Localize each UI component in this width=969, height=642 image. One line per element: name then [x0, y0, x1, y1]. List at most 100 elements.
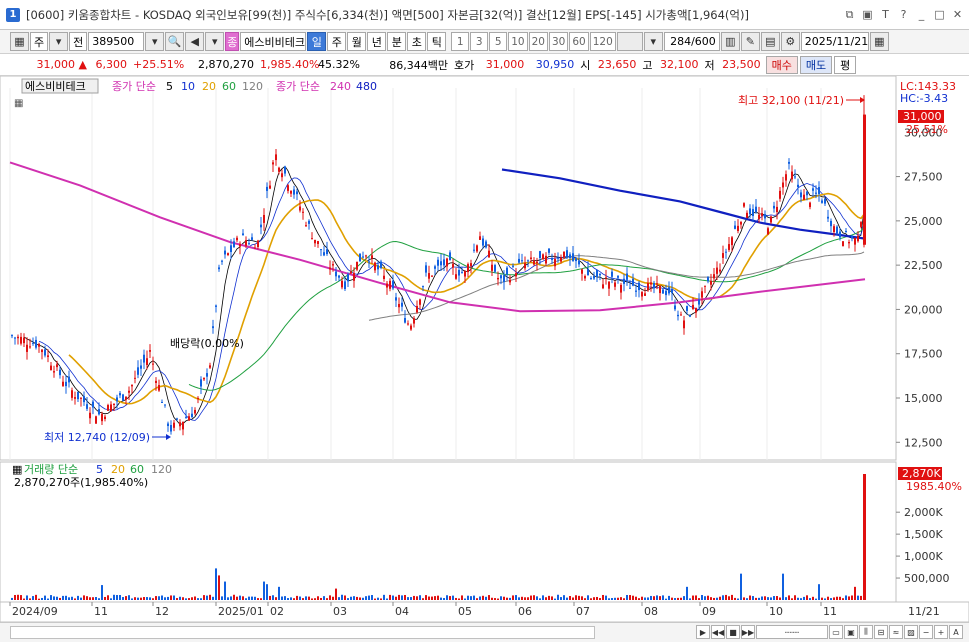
interval-20[interactable]: 20 — [528, 32, 548, 51]
draw-icon[interactable]: ✎ — [740, 32, 760, 51]
volume-panel-grid-icon[interactable]: ▦ — [12, 463, 22, 476]
avg-button[interactable]: 평 — [834, 55, 857, 74]
restore-icon[interactable]: ▣ — [860, 7, 875, 22]
tab-minute[interactable]: 분 — [387, 32, 407, 51]
bars-icon[interactable]: ⫼ — [859, 625, 873, 639]
volume-bar — [416, 596, 418, 600]
help-icon[interactable]: ? — [896, 7, 911, 22]
tab-tick[interactable]: 틱 — [427, 32, 447, 51]
font-size-icon[interactable]: A — [949, 625, 963, 639]
candle-down — [14, 337, 16, 339]
count-input[interactable]: 284/600 — [663, 32, 720, 51]
candle-down — [548, 248, 550, 253]
candle-up — [386, 283, 388, 288]
split-icon[interactable]: ⊟ — [874, 625, 888, 639]
text-icon[interactable]: T — [878, 7, 893, 22]
volume-bar — [851, 595, 853, 600]
volume-tick-label: 500,000 — [904, 572, 950, 585]
interval-60[interactable]: 60 — [569, 32, 589, 51]
tab-month[interactable]: 월 — [347, 32, 367, 51]
hatched-icon[interactable]: ▨ — [904, 625, 918, 639]
volume-bar — [662, 595, 664, 600]
grid-icon[interactable]: ▦ — [10, 32, 29, 51]
maximize-icon[interactable]: □ — [932, 7, 947, 22]
stop-icon[interactable]: ■ — [726, 625, 740, 639]
candle-down — [308, 220, 310, 224]
tab-week[interactable]: 주 — [327, 32, 347, 51]
candle-down — [449, 252, 451, 261]
candle-up — [389, 280, 391, 289]
horizontal-scrollbar[interactable] — [10, 626, 595, 639]
zoom-track-icon[interactable]: ┄┄┄ — [756, 625, 828, 639]
interval-30[interactable]: 30 — [549, 32, 569, 51]
interval-120[interactable]: 120 — [589, 32, 616, 51]
fit-icon[interactable]: ▭ — [829, 625, 843, 639]
close-icon[interactable]: ✕ — [950, 7, 965, 22]
quote-bid: 30,950 — [535, 58, 575, 71]
scroll-right-icon[interactable]: ▶ — [696, 625, 710, 639]
quote-low: 23,500 — [722, 58, 761, 71]
tab-second[interactable]: 초 — [407, 32, 427, 51]
candle-down — [794, 176, 796, 178]
buy-button[interactable]: 매수 — [765, 55, 798, 74]
interval-10[interactable]: 10 — [508, 32, 528, 51]
candle-down — [425, 265, 427, 273]
volume-bar — [389, 594, 391, 600]
volume-bar — [80, 597, 82, 600]
panel-grid-icon[interactable]: ▦ — [14, 98, 23, 109]
volume-bar — [296, 595, 298, 600]
ma-long-label: 종가 단순 — [276, 80, 320, 93]
candle-down — [251, 237, 253, 240]
calendar-icon[interactable]: ▦ — [869, 32, 889, 51]
volume-bar — [365, 596, 367, 600]
volume-bar — [566, 597, 568, 600]
chart-type-icon[interactable]: ▥ — [720, 32, 740, 51]
date-input[interactable]: 2025/11/21 — [800, 32, 869, 51]
x-tick-label: 04 — [395, 605, 409, 618]
wave-icon[interactable]: ≈ — [889, 625, 903, 639]
minimize-icon[interactable]: _ — [914, 7, 929, 22]
volume-bar — [503, 596, 505, 600]
chart-area[interactable]: 27,500 25,000 22,500 20,000 17,500 15,000 12,5… — [0, 75, 969, 623]
candle-up — [545, 255, 547, 264]
zoom-in-icon[interactable]: + — [934, 625, 948, 639]
stock-tag: 에스비비테크 — [25, 80, 86, 93]
interval-custom-input[interactable] — [616, 32, 643, 51]
search-icon[interactable]: 🔍 — [165, 32, 185, 51]
volume-bar — [749, 595, 751, 600]
zoom-out-icon[interactable]: − — [919, 625, 933, 639]
candle-up — [356, 261, 358, 270]
code-input[interactable]: 389500 — [88, 32, 145, 51]
interval-3[interactable]: 3 — [470, 32, 489, 51]
settings-icon[interactable]: ⚙ — [780, 32, 800, 51]
interval-dropdown-icon[interactable]: ▾ — [643, 32, 663, 51]
sell-button[interactable]: 매도 — [799, 55, 833, 74]
window-icon[interactable]: 1 — [6, 7, 20, 22]
interval-1[interactable]: 1 — [451, 32, 470, 51]
code-dropdown-icon[interactable]: ▾ — [145, 32, 165, 51]
candle-down — [629, 287, 631, 289]
forward-icon[interactable]: ▶▶ — [741, 625, 755, 639]
speaker-icon[interactable]: ◀ — [185, 32, 205, 51]
mode-select[interactable]: 주 — [30, 32, 49, 51]
volume-bar — [659, 596, 661, 600]
candle-down — [539, 251, 541, 258]
interval-5[interactable]: 5 — [489, 32, 508, 51]
candle-down — [164, 404, 166, 406]
save-icon[interactable]: ▤ — [760, 32, 780, 51]
link-icon[interactable]: ⧉ — [842, 7, 857, 22]
candle-up — [743, 203, 745, 207]
stock-chart[interactable]: 27,500 25,000 22,500 20,000 17,500 15,000 12,5… — [0, 75, 969, 623]
prev-button[interactable]: 전 — [69, 32, 88, 51]
speaker-dropdown-icon[interactable]: ▾ — [205, 32, 225, 51]
volume-bar — [638, 598, 640, 600]
candle-up — [305, 225, 307, 227]
candle-down — [68, 376, 70, 383]
tab-day[interactable]: 일 — [307, 32, 327, 51]
mode-dropdown-icon[interactable]: ▾ — [49, 32, 69, 51]
window-icon[interactable]: ▣ — [844, 625, 858, 639]
candle-up — [179, 422, 181, 427]
volume-bar — [797, 597, 799, 600]
tab-year[interactable]: 년 — [367, 32, 387, 51]
rewind-icon[interactable]: ◀◀ — [711, 625, 725, 639]
